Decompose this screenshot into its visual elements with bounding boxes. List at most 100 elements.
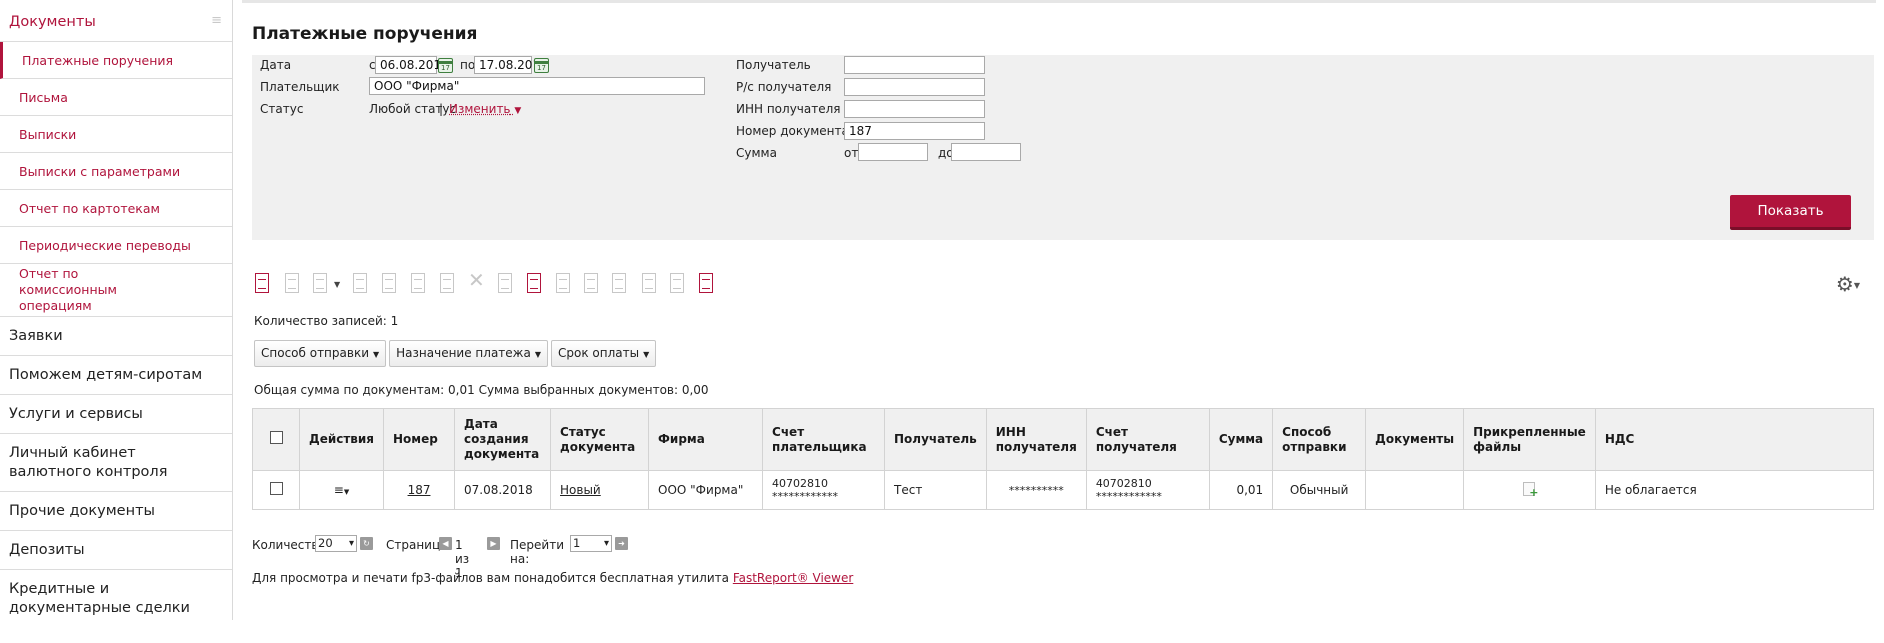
change-status-label: Изменить <box>449 102 511 116</box>
filter-button-label: Способ отправки <box>261 346 369 360</box>
send-method-filter-button[interactable]: Способ отправки ▼ <box>254 340 387 367</box>
amount-to-input[interactable] <box>951 143 1021 161</box>
sidebar-item-label: Поможем детям-сиротам <box>9 367 203 383</box>
fastreport-viewer-link[interactable]: FastReport® Viewer <box>733 571 854 585</box>
refresh-icon[interactable]: ↻ <box>360 537 373 550</box>
page-size-value: 20 <box>318 536 333 550</box>
doc-number-input[interactable]: 187 <box>844 122 985 140</box>
column-filter-buttons: Способ отправки ▼ Назначение платежа ▼ Срок … <box>254 340 659 367</box>
sidebar-item-label: Депозиты <box>9 542 85 558</box>
documents-cell <box>1365 470 1465 510</box>
send-icon[interactable] <box>379 272 399 296</box>
sidebar-item-credit-deals[interactable]: Кредитные и документарные сделки <box>0 570 232 628</box>
document-status-link[interactable]: Новый <box>560 483 601 497</box>
column-header[interactable]: Действия <box>298 408 385 471</box>
list-icon[interactable] <box>667 272 687 296</box>
column-header[interactable]: Сумма <box>1208 408 1274 471</box>
calendar-icon[interactable] <box>438 58 453 73</box>
column-header[interactable]: Номер <box>383 408 456 471</box>
account-input[interactable] <box>844 78 985 96</box>
chevron-down-icon[interactable]: ▼ <box>334 280 340 289</box>
main-content: Платежные поручения Дата с 06.08.2018 по… <box>242 0 1876 620</box>
show-button[interactable]: Показать <box>1730 195 1851 230</box>
go-arrow-icon[interactable]: ➜ <box>615 537 628 550</box>
change-status-link[interactable]: Изменить ▼ <box>449 102 521 116</box>
import-1c-icon[interactable] <box>553 272 573 296</box>
date-to-input[interactable]: 17.08.2018 <box>474 56 548 74</box>
prev-page-icon[interactable]: ◀ <box>439 537 452 550</box>
sidebar-item-other-docs[interactable]: Прочие документы <box>0 492 232 531</box>
payer-input[interactable]: ООО "Фирма" <box>369 77 705 95</box>
sidebar-item-commission-report[interactable]: Отчет по комиссионным операциям <box>0 264 232 317</box>
sidebar-item-statements-params[interactable]: Выписки с параметрами <box>0 153 232 190</box>
column-header[interactable]: НДС <box>1594 408 1875 471</box>
sidebar-item-services[interactable]: Услуги и сервисы <box>0 395 232 434</box>
document-number-link[interactable]: 187 <box>408 483 431 497</box>
goto-page-select[interactable]: 1 <box>570 535 612 552</box>
footer-note-text: Для просмотра и печати fp3-файлов вам по… <box>252 571 729 585</box>
export-pdf-icon[interactable] <box>581 272 601 296</box>
gear-icon[interactable]: ⚙▼ <box>1836 272 1860 296</box>
column-header[interactable]: Документы <box>1365 408 1465 471</box>
filter-button-label: Назначение платежа <box>396 346 531 360</box>
select-all-checkbox[interactable] <box>269 431 283 444</box>
column-header[interactable]: Способ отправки <box>1272 408 1367 471</box>
sidebar-item-orphans[interactable]: Поможем детям-сиротам <box>0 356 232 395</box>
report-icon[interactable] <box>696 272 716 296</box>
column-header[interactable]: Дата создания документа <box>454 408 552 471</box>
table-header-row: Действия Номер Дата создания документа С… <box>252 408 1875 471</box>
sidebar-item-letters[interactable]: Письма <box>0 79 232 116</box>
add-file-icon[interactable]: + <box>1523 481 1538 498</box>
export-1c-icon[interactable] <box>524 272 544 296</box>
remove-signature-icon[interactable] <box>437 272 457 296</box>
print-icon[interactable] <box>495 272 515 296</box>
edit-document-icon[interactable] <box>282 272 302 296</box>
column-header[interactable]: Фирма <box>648 408 764 471</box>
sidebar-item-periodic-transfers[interactable]: Периодические переводы <box>0 227 232 264</box>
date-from-input[interactable]: 06.08.2018 <box>375 56 449 74</box>
sidebar-item-requests[interactable]: Заявки <box>0 317 232 356</box>
table-row[interactable]: ≡▼ 187 07.08.2018 Новый ООО "Фирма" 4070… <box>252 470 1875 510</box>
calendar-icon[interactable] <box>534 58 549 73</box>
top-divider <box>242 0 1876 3</box>
column-header[interactable]: Статус документа <box>550 408 650 471</box>
hamburger-menu-icon[interactable]: ≡ <box>211 13 222 28</box>
column-header[interactable]: Счет плательщика <box>762 408 886 471</box>
sign-icon[interactable] <box>350 272 370 296</box>
column-header[interactable]: ИНН получателя <box>985 408 1087 471</box>
goto-label: Перейти на: <box>510 538 564 566</box>
vat-cell: Не облагается <box>1594 470 1875 510</box>
next-page-icon[interactable]: ▶ <box>487 537 500 550</box>
sidebar-section-documents[interactable]: Документы ≡ <box>0 0 232 42</box>
sidebar-item-label: Отчет по комиссионным операциям <box>19 266 117 313</box>
payment-purpose-filter-button[interactable]: Назначение платежа ▼ <box>389 340 548 367</box>
column-header[interactable]: Счет получателя <box>1085 408 1210 471</box>
inn-input[interactable] <box>844 100 985 118</box>
row-checkbox[interactable] <box>269 482 283 495</box>
status-value: Любой статус <box>369 102 457 116</box>
new-document-icon[interactable] <box>252 272 272 296</box>
column-header[interactable]: Получатель <box>884 408 987 471</box>
sidebar-item-deposits[interactable]: Депозиты <box>0 531 232 570</box>
amount-from-input[interactable] <box>858 143 928 161</box>
sidebar-item-currency-control[interactable]: Личный кабинет валютного контроля <box>0 434 232 492</box>
sidebar-item-payment-orders[interactable]: Платежные поручения <box>0 42 232 79</box>
actions-menu-icon[interactable]: ≡▼ <box>334 483 349 497</box>
doc-number-label: Номер документа <box>736 124 849 138</box>
recipient-input[interactable] <box>844 56 985 74</box>
delete-icon[interactable]: ✕ <box>468 268 485 292</box>
page-size-select[interactable]: 20 <box>315 535 357 552</box>
verify-signature-icon[interactable] <box>408 272 428 296</box>
copy-document-icon[interactable] <box>310 272 330 296</box>
sidebar-item-statements[interactable]: Выписки <box>0 116 232 153</box>
attachments-cell: + <box>1463 470 1596 510</box>
export-xls-icon[interactable] <box>609 272 629 296</box>
column-header[interactable]: Прикрепленные файлы <box>1463 408 1596 471</box>
date-to-prefix: по <box>460 58 476 72</box>
sidebar-item-label: Периодические переводы <box>19 237 191 253</box>
recipient-inn-cell: ********** <box>985 470 1087 510</box>
sidebar-item-card-report[interactable]: Отчет по картотекам <box>0 190 232 227</box>
filter-panel: Дата с 06.08.2018 по 17.08.2018 Плательщ… <box>252 55 1874 240</box>
attachment-icon[interactable] <box>639 272 659 296</box>
due-date-filter-button[interactable]: Срок оплаты ▼ <box>551 340 657 367</box>
